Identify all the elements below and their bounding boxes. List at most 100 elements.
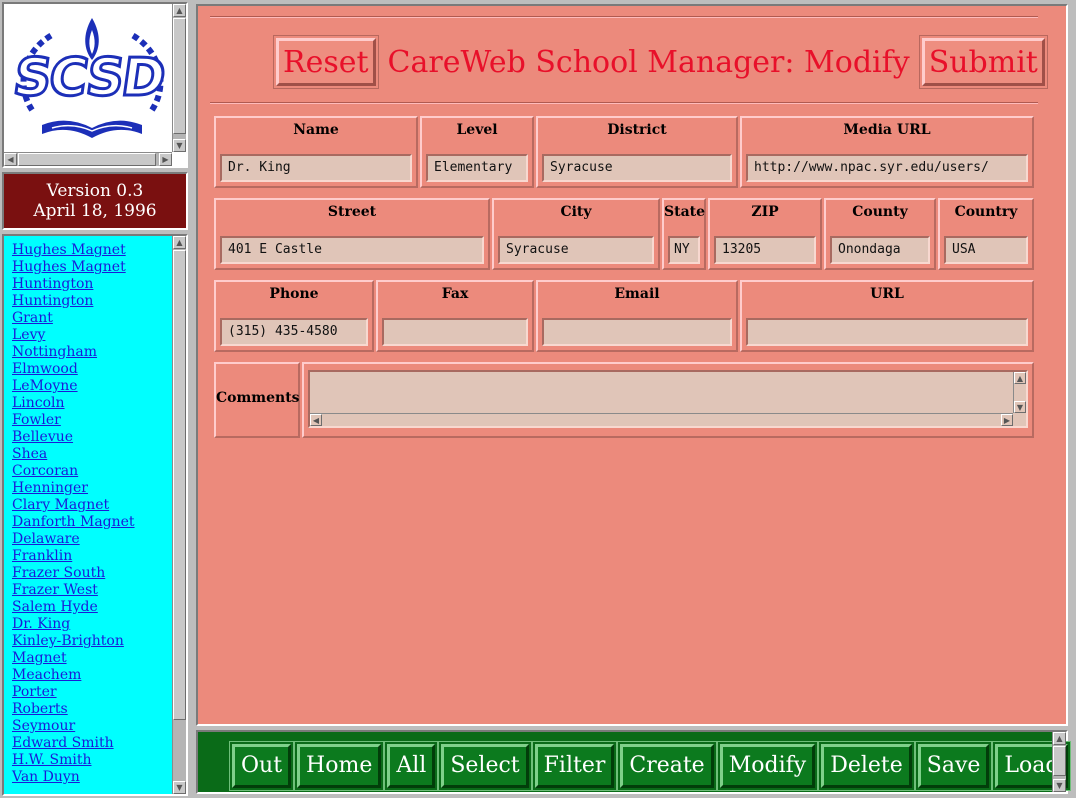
- scroll-down-icon[interactable]: ▼: [1014, 401, 1026, 413]
- scroll-right-icon[interactable]: ▶: [159, 153, 172, 166]
- scroll-right-icon[interactable]: ▶: [1001, 414, 1013, 426]
- nav-scrollbar[interactable]: ▲ ▼: [1052, 732, 1066, 792]
- district-field[interactable]: Syracuse: [542, 154, 732, 182]
- scroll-down-icon[interactable]: ▼: [1053, 779, 1066, 792]
- email-field[interactable]: [542, 318, 732, 346]
- street-field[interactable]: 401 E Castle: [220, 236, 484, 264]
- city-field[interactable]: Syracuse: [498, 236, 654, 264]
- modify-button[interactable]: Modify: [719, 744, 816, 788]
- media-url-field[interactable]: http://www.npac.syr.edu/users/: [746, 154, 1028, 182]
- list-item: Henninger: [12, 480, 135, 497]
- school-link[interactable]: Porter: [12, 684, 57, 700]
- country-field[interactable]: USA: [944, 236, 1028, 264]
- school-link[interactable]: Kinley-Brighton: [12, 633, 124, 649]
- select-button[interactable]: Select: [441, 744, 529, 788]
- school-link[interactable]: Shea: [12, 446, 47, 462]
- school-link[interactable]: Henninger: [12, 480, 88, 496]
- street-label: Street: [327, 204, 377, 220]
- school-link[interactable]: Edward Smith: [12, 735, 114, 751]
- comments-vertical-scrollbar[interactable]: ▲ ▼: [1013, 372, 1026, 413]
- comments-horizontal-scrollbar[interactable]: ◀ ▶: [310, 413, 1013, 426]
- main-panel: Reset CareWeb School Manager: Modify Sub…: [196, 4, 1068, 726]
- school-link[interactable]: LeMoyne: [12, 378, 78, 394]
- school-list-scrollbar[interactable]: ▲ ▼: [172, 236, 186, 794]
- school-link[interactable]: Corcoran: [12, 463, 78, 479]
- scroll-up-icon[interactable]: ▲: [1053, 732, 1066, 745]
- scroll-up-icon[interactable]: ▲: [173, 236, 186, 249]
- phone-cell: Phone (315) 435-4580: [214, 280, 374, 352]
- school-link[interactable]: Frazer West: [12, 582, 98, 598]
- school-link[interactable]: Levy: [12, 327, 45, 343]
- list-item: Hughes Magnet: [12, 242, 135, 259]
- county-field[interactable]: Onondaga: [830, 236, 930, 264]
- url-field[interactable]: [746, 318, 1028, 346]
- scroll-up-icon[interactable]: ▲: [1014, 372, 1026, 384]
- scroll-down-icon[interactable]: ▼: [173, 781, 186, 794]
- scroll-thumb[interactable]: [18, 153, 156, 166]
- scroll-thumb[interactable]: [173, 18, 186, 134]
- submit-button[interactable]: Submit: [921, 38, 1045, 86]
- list-item: Huntington: [12, 276, 135, 293]
- out-button[interactable]: Out: [232, 744, 292, 788]
- school-link[interactable]: Salem Hyde: [12, 599, 98, 615]
- scroll-left-icon[interactable]: ◀: [310, 414, 322, 426]
- school-link[interactable]: Lincoln: [12, 395, 65, 411]
- county-cell: County Onondaga: [824, 198, 936, 270]
- all-button[interactable]: All: [387, 744, 436, 788]
- scroll-left-icon[interactable]: ◀: [4, 153, 17, 166]
- district-cell: District Syracuse: [536, 116, 738, 188]
- delete-button[interactable]: Delete: [821, 744, 912, 788]
- country-label: Country: [954, 204, 1018, 220]
- phone-field[interactable]: (315) 435-4580: [220, 318, 368, 346]
- school-link[interactable]: Seymour: [12, 718, 75, 734]
- school-link[interactable]: Frazer South: [12, 565, 105, 581]
- school-link[interactable]: Franklin: [12, 548, 72, 564]
- country-cell: Country USA: [938, 198, 1034, 270]
- school-link[interactable]: Hughes Magnet: [12, 242, 126, 258]
- fax-field[interactable]: [382, 318, 528, 346]
- scroll-down-icon[interactable]: ▼: [173, 139, 186, 152]
- school-link[interactable]: Bellevue: [12, 429, 73, 445]
- level-field[interactable]: Elementary: [426, 154, 528, 182]
- school-link[interactable]: Hughes Magnet: [12, 259, 126, 275]
- school-link[interactable]: Huntington: [12, 293, 93, 309]
- comments-label: Comments: [216, 390, 300, 406]
- school-link[interactable]: Dr. King: [12, 616, 70, 632]
- url-cell: URL: [740, 280, 1034, 352]
- school-link[interactable]: Roberts: [12, 701, 68, 717]
- school-link[interactable]: Delaware: [12, 531, 80, 547]
- logo-vertical-scrollbar[interactable]: ▲ ▼: [172, 4, 186, 152]
- comments-cell: ▲ ▼ ◀ ▶: [302, 362, 1034, 438]
- school-link[interactable]: Meachem: [12, 667, 81, 683]
- school-link[interactable]: H.W. Smith: [12, 752, 92, 768]
- name-field[interactable]: Dr. King: [220, 154, 412, 182]
- school-link[interactable]: Magnet: [12, 650, 67, 666]
- state-field[interactable]: NY: [668, 236, 700, 264]
- home-button[interactable]: Home: [297, 744, 382, 788]
- save-button[interactable]: Save: [917, 744, 990, 788]
- scroll-thumb[interactable]: [173, 250, 186, 720]
- name-cell: Name Dr. King: [214, 116, 418, 188]
- logo-horizontal-scrollbar[interactable]: ◀ ▶: [4, 152, 172, 166]
- school-link[interactable]: Grant: [12, 310, 53, 326]
- school-link[interactable]: Van Duyn: [12, 769, 80, 785]
- scroll-thumb[interactable]: [1053, 746, 1066, 776]
- district-label: District: [607, 122, 667, 138]
- school-link[interactable]: Nottingham: [12, 344, 97, 360]
- list-item: Van Duyn: [12, 769, 135, 786]
- school-link[interactable]: Fowler: [12, 412, 61, 428]
- school-link[interactable]: Huntington: [12, 276, 93, 292]
- school-link[interactable]: Clary Magnet: [12, 497, 109, 513]
- scroll-up-icon[interactable]: ▲: [173, 4, 186, 17]
- reset-button[interactable]: Reset: [276, 38, 376, 86]
- list-item: H.W. Smith: [12, 752, 135, 769]
- list-item: Corcoran: [12, 463, 135, 480]
- school-link[interactable]: Elmwood: [12, 361, 78, 377]
- divider: [210, 102, 1038, 104]
- create-button[interactable]: Create: [620, 744, 714, 788]
- school-link[interactable]: Danforth Magnet: [12, 514, 135, 530]
- name-label: Name: [293, 122, 339, 138]
- filter-button[interactable]: Filter: [534, 744, 615, 788]
- comments-textarea[interactable]: ▲ ▼ ◀ ▶: [308, 370, 1028, 428]
- zip-field[interactable]: 13205: [714, 236, 816, 264]
